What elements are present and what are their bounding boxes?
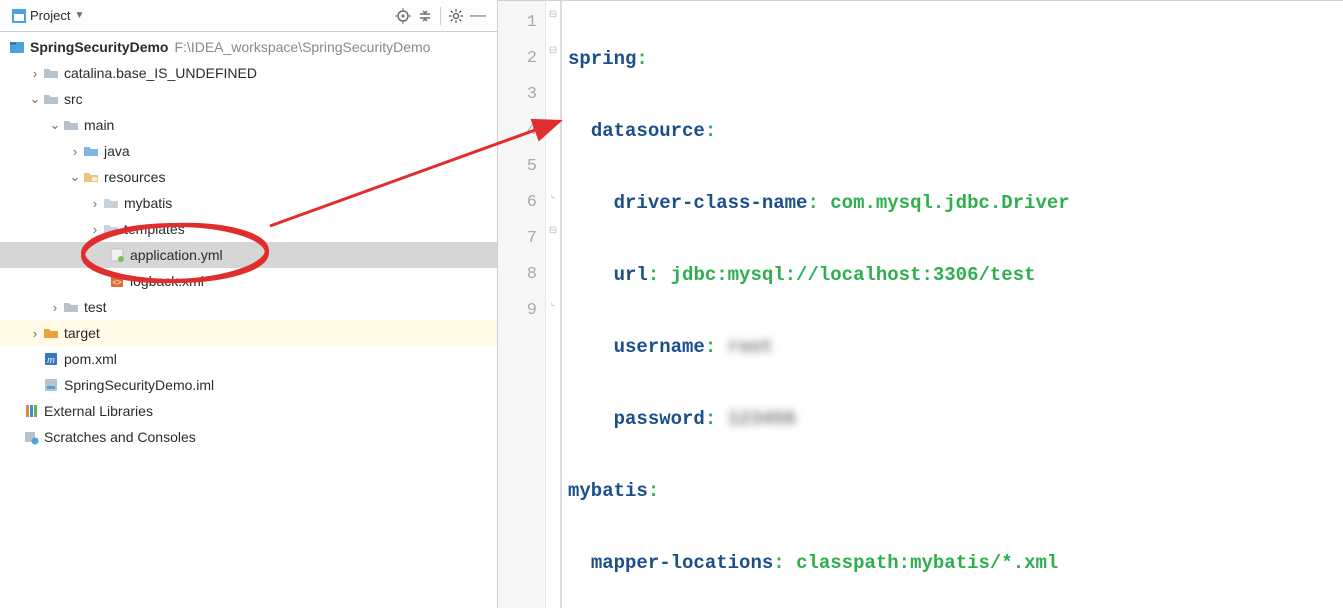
code-editor[interactable]: 1 2 3 4 5 6 7 8 9 ⊟ ⊟ ⌞ ⊟ ⌞ bbox=[498, 1, 1343, 608]
chevron-right-icon: › bbox=[28, 326, 42, 341]
project-tree: SpringSecurityDemo F:\IDEA_workspace\Spr… bbox=[0, 32, 497, 608]
line-number: 2 bbox=[498, 41, 537, 77]
fold-end-icon: ⌞ bbox=[546, 189, 560, 200]
locate-icon[interactable] bbox=[392, 5, 414, 27]
collapse-all-icon[interactable] bbox=[414, 5, 436, 27]
tree-item-java[interactable]: › java bbox=[0, 138, 497, 164]
line-number: 1 bbox=[498, 5, 537, 41]
tree-label: resources bbox=[104, 169, 165, 185]
svg-text:m: m bbox=[47, 355, 55, 365]
line-number: 4 bbox=[498, 113, 537, 149]
tree-label: java bbox=[104, 143, 130, 159]
scratches-icon bbox=[22, 429, 40, 445]
tree-label: pom.xml bbox=[64, 351, 117, 367]
fold-marker-icon[interactable]: ⊟ bbox=[546, 45, 560, 56]
tree-label: target bbox=[64, 325, 100, 341]
tree-label: templates bbox=[124, 221, 185, 237]
tree-item-catalina[interactable]: › catalina.base_IS_UNDEFINED bbox=[0, 60, 497, 86]
gear-icon[interactable] bbox=[445, 5, 467, 27]
line-number: 9 bbox=[498, 293, 537, 329]
tree-label: SpringSecurityDemo.iml bbox=[64, 377, 214, 393]
chevron-right-icon: › bbox=[68, 144, 82, 159]
tree-label: External Libraries bbox=[44, 403, 153, 419]
fold-end-icon: ⌞ bbox=[546, 297, 560, 308]
tree-item-application-yml[interactable]: application.yml bbox=[0, 242, 497, 268]
folder-icon bbox=[62, 299, 80, 315]
tree-item-iml[interactable]: › SpringSecurityDemo.iml bbox=[0, 372, 497, 398]
folder-icon bbox=[102, 221, 120, 237]
excluded-folder-icon bbox=[42, 325, 60, 341]
module-icon bbox=[8, 39, 26, 55]
tree-item-mybatis[interactable]: › mybatis bbox=[0, 190, 497, 216]
chevron-down-icon: ⌄ bbox=[28, 91, 42, 107]
line-number: 3 bbox=[498, 77, 537, 113]
tree-root[interactable]: SpringSecurityDemo F:\IDEA_workspace\Spr… bbox=[0, 34, 497, 60]
tree-item-main[interactable]: ⌄ main bbox=[0, 112, 497, 138]
fold-gutter: ⊟ ⊟ ⌞ ⊟ ⌞ bbox=[546, 1, 560, 608]
tree-item-target[interactable]: › target bbox=[0, 320, 497, 346]
tree-root-path: F:\IDEA_workspace\SpringSecurityDemo bbox=[174, 39, 430, 55]
project-panel-title: Project bbox=[30, 8, 70, 23]
tree-label: main bbox=[84, 117, 114, 133]
chevron-right-icon: › bbox=[88, 196, 102, 211]
tree-item-external-libraries[interactable]: › External Libraries bbox=[0, 398, 497, 424]
chevron-right-icon: › bbox=[88, 222, 102, 237]
tree-label: src bbox=[64, 91, 83, 107]
code-content[interactable]: spring: datasource: driver-class-name: c… bbox=[562, 1, 1343, 608]
tree-item-resources[interactable]: ⌄ resources bbox=[0, 164, 497, 190]
resources-folder-icon bbox=[82, 169, 100, 185]
folder-icon bbox=[42, 65, 60, 81]
tree-label: mybatis bbox=[124, 195, 172, 211]
line-number: 8 bbox=[498, 257, 537, 293]
fold-marker-icon[interactable]: ⊟ bbox=[546, 225, 560, 236]
source-folder-icon bbox=[82, 143, 100, 159]
project-panel-header: Project ▼ — bbox=[0, 0, 497, 32]
project-panel: Project ▼ — bbox=[0, 0, 498, 608]
folder-icon bbox=[62, 117, 80, 133]
tree-root-label: SpringSecurityDemo bbox=[30, 39, 168, 55]
tree-item-templates[interactable]: › templates bbox=[0, 216, 497, 242]
tree-item-src[interactable]: ⌄ src bbox=[0, 86, 497, 112]
editor-area: C SecurityController.java × C MyWebSecur… bbox=[498, 0, 1343, 608]
yaml-file-icon bbox=[108, 247, 126, 263]
chevron-down-icon: ⌄ bbox=[68, 169, 82, 185]
folder-icon bbox=[102, 195, 120, 211]
tree-label: catalina.base_IS_UNDEFINED bbox=[64, 65, 257, 81]
line-number: 5 bbox=[498, 149, 537, 185]
line-number: 6 bbox=[498, 185, 537, 221]
chevron-right-icon: › bbox=[48, 300, 62, 315]
tree-item-logback-xml[interactable]: <> logback.xml bbox=[0, 268, 497, 294]
tree-label: test bbox=[84, 299, 107, 315]
line-number-gutter: 1 2 3 4 5 6 7 8 9 bbox=[498, 1, 546, 608]
tree-item-pom-xml[interactable]: › m pom.xml bbox=[0, 346, 497, 372]
hide-panel-icon[interactable]: — bbox=[467, 5, 489, 27]
tree-label: logback.xml bbox=[130, 273, 204, 289]
module-file-icon bbox=[42, 377, 60, 393]
chevron-right-icon: › bbox=[28, 66, 42, 81]
fold-marker-icon[interactable]: ⊟ bbox=[546, 9, 560, 20]
xml-file-icon: <> bbox=[108, 273, 126, 289]
libraries-icon bbox=[22, 403, 40, 419]
line-number: 7 bbox=[498, 221, 537, 257]
tree-item-scratches[interactable]: › Scratches and Consoles bbox=[0, 424, 497, 450]
project-dropdown[interactable]: Project ▼ bbox=[30, 8, 84, 23]
folder-icon bbox=[42, 91, 60, 107]
tree-label: application.yml bbox=[130, 247, 223, 263]
project-view-icon bbox=[8, 5, 30, 27]
tree-item-test[interactable]: › test bbox=[0, 294, 497, 320]
chevron-down-icon: ▼ bbox=[74, 10, 84, 21]
tree-label: Scratches and Consoles bbox=[44, 429, 196, 445]
svg-text:<>: <> bbox=[112, 278, 122, 287]
maven-file-icon: m bbox=[42, 351, 60, 367]
chevron-down-icon: ⌄ bbox=[48, 117, 62, 133]
